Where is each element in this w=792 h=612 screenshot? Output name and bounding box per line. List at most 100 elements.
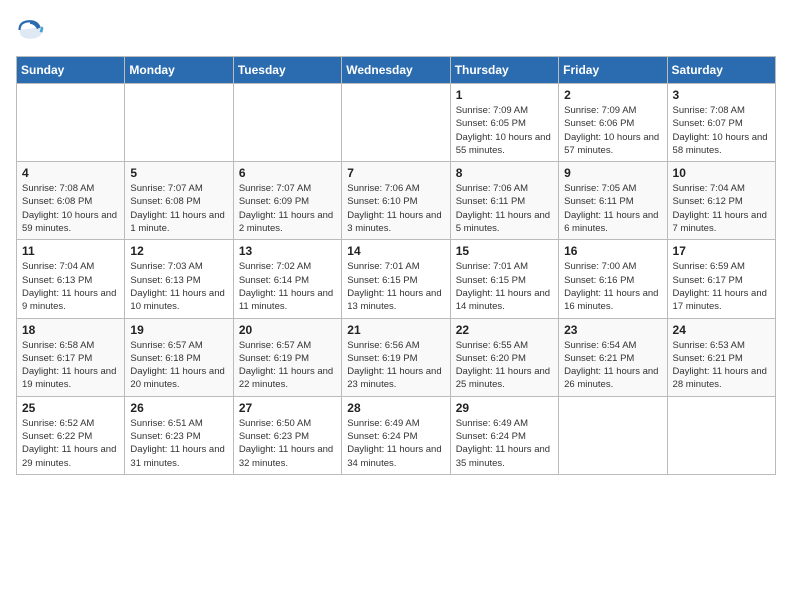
day-info: Sunrise: 7:06 AM Sunset: 6:11 PM Dayligh… [456, 182, 553, 235]
header-friday: Friday [559, 57, 667, 84]
day-info: Sunrise: 7:07 AM Sunset: 6:08 PM Dayligh… [130, 182, 227, 235]
calendar-cell: 5 Sunrise: 7:07 AM Sunset: 6:08 PM Daylig… [125, 162, 233, 240]
calendar-cell: 6 Sunrise: 7:07 AM Sunset: 6:09 PM Daylig… [233, 162, 341, 240]
calendar-cell: 13 Sunrise: 7:02 AM Sunset: 6:14 PM Dayli… [233, 240, 341, 318]
calendar-cell: 20 Sunrise: 6:57 AM Sunset: 6:19 PM Dayli… [233, 318, 341, 396]
day-number: 21 [347, 323, 444, 337]
calendar-cell: 7Sunrise: 7:06 AM Sunset: 6:10 PM Daylig… [342, 162, 450, 240]
calendar-cell [342, 84, 450, 162]
day-number: 19 [130, 323, 227, 337]
calendar-cell: 15 Sunrise: 7:01 AM Sunset: 6:15 PM Dayli… [450, 240, 558, 318]
day-info: Sunrise: 6:52 AM Sunset: 6:22 PM Dayligh… [22, 417, 119, 470]
day-number: 22 [456, 323, 553, 337]
calendar-cell: 14 Sunrise: 7:01 AM Sunset: 6:15 PM Dayli… [342, 240, 450, 318]
day-info: Sunrise: 7:00 AM Sunset: 6:16 PM Dayligh… [564, 260, 661, 313]
page-header [16, 16, 776, 44]
logo-icon [16, 16, 44, 44]
day-info: Sunrise: 6:57 AM Sunset: 6:19 PM Dayligh… [239, 339, 336, 392]
day-number: 6 [239, 166, 336, 180]
day-number: 17 [673, 244, 770, 258]
day-info: Sunrise: 7:07 AM Sunset: 6:09 PM Dayligh… [239, 182, 336, 235]
calendar-cell: 12 Sunrise: 7:03 AM Sunset: 6:13 PM Dayli… [125, 240, 233, 318]
day-info: Sunrise: 7:05 AM Sunset: 6:11 PM Dayligh… [564, 182, 661, 235]
calendar-week-row: 4 Sunrise: 7:08 AM Sunset: 6:08 PM Daylig… [17, 162, 776, 240]
day-info: Sunrise: 7:04 AM Sunset: 6:13 PM Dayligh… [22, 260, 119, 313]
day-number: 20 [239, 323, 336, 337]
calendar-cell: 1 Sunrise: 7:09 AM Sunset: 6:05 PM Daylig… [450, 84, 558, 162]
day-number: 1 [456, 88, 553, 102]
calendar-cell [17, 84, 125, 162]
calendar-cell: 17 Sunrise: 6:59 AM Sunset: 6:17 PM Dayli… [667, 240, 775, 318]
calendar-table: SundayMondayTuesdayWednesdayThursdayFrid… [16, 56, 776, 475]
day-number: 12 [130, 244, 227, 258]
calendar-cell: 10 Sunrise: 7:04 AM Sunset: 6:12 PM Dayli… [667, 162, 775, 240]
calendar-cell: 21 Sunrise: 6:56 AM Sunset: 6:19 PM Dayli… [342, 318, 450, 396]
header-sunday: Sunday [17, 57, 125, 84]
calendar-cell: 28 Sunrise: 6:49 AM Sunset: 6:24 PM Dayli… [342, 396, 450, 474]
day-info: Sunrise: 7:09 AM Sunset: 6:06 PM Dayligh… [564, 104, 661, 157]
calendar-cell: 11 Sunrise: 7:04 AM Sunset: 6:13 PM Dayli… [17, 240, 125, 318]
day-info: Sunrise: 6:55 AM Sunset: 6:20 PM Dayligh… [456, 339, 553, 392]
calendar-cell [559, 396, 667, 474]
calendar-cell: 23 Sunrise: 6:54 AM Sunset: 6:21 PM Dayli… [559, 318, 667, 396]
calendar-cell: 22 Sunrise: 6:55 AM Sunset: 6:20 PM Dayli… [450, 318, 558, 396]
day-info: Sunrise: 7:04 AM Sunset: 6:12 PM Dayligh… [673, 182, 770, 235]
header-saturday: Saturday [667, 57, 775, 84]
day-number: 27 [239, 401, 336, 415]
day-info: Sunrise: 6:49 AM Sunset: 6:24 PM Dayligh… [347, 417, 444, 470]
calendar-cell: 4 Sunrise: 7:08 AM Sunset: 6:08 PM Daylig… [17, 162, 125, 240]
calendar-header-row: SundayMondayTuesdayWednesdayThursdayFrid… [17, 57, 776, 84]
header-tuesday: Tuesday [233, 57, 341, 84]
calendar-cell: 19 Sunrise: 6:57 AM Sunset: 6:18 PM Dayli… [125, 318, 233, 396]
day-info: Sunrise: 7:09 AM Sunset: 6:05 PM Dayligh… [456, 104, 553, 157]
day-number: 18 [22, 323, 119, 337]
day-number: 29 [456, 401, 553, 415]
day-number: 9 [564, 166, 661, 180]
calendar-cell: 29 Sunrise: 6:49 AM Sunset: 6:24 PM Dayli… [450, 396, 558, 474]
calendar-cell: 2Sunrise: 7:09 AM Sunset: 6:06 PM Daylig… [559, 84, 667, 162]
day-number: 10 [673, 166, 770, 180]
day-number: 13 [239, 244, 336, 258]
day-number: 5 [130, 166, 227, 180]
calendar-cell: 8Sunrise: 7:06 AM Sunset: 6:11 PM Daylig… [450, 162, 558, 240]
calendar-week-row: 18 Sunrise: 6:58 AM Sunset: 6:17 PM Dayli… [17, 318, 776, 396]
day-info: Sunrise: 6:54 AM Sunset: 6:21 PM Dayligh… [564, 339, 661, 392]
day-info: Sunrise: 6:49 AM Sunset: 6:24 PM Dayligh… [456, 417, 553, 470]
day-info: Sunrise: 6:58 AM Sunset: 6:17 PM Dayligh… [22, 339, 119, 392]
day-number: 11 [22, 244, 119, 258]
day-number: 14 [347, 244, 444, 258]
day-info: Sunrise: 6:56 AM Sunset: 6:19 PM Dayligh… [347, 339, 444, 392]
day-info: Sunrise: 7:03 AM Sunset: 6:13 PM Dayligh… [130, 260, 227, 313]
calendar-cell: 3Sunrise: 7:08 AM Sunset: 6:07 PM Daylig… [667, 84, 775, 162]
calendar-cell: 26 Sunrise: 6:51 AM Sunset: 6:23 PM Dayli… [125, 396, 233, 474]
calendar-cell: 18 Sunrise: 6:58 AM Sunset: 6:17 PM Dayli… [17, 318, 125, 396]
day-info: Sunrise: 6:53 AM Sunset: 6:21 PM Dayligh… [673, 339, 770, 392]
calendar-cell: 16 Sunrise: 7:00 AM Sunset: 6:16 PM Dayli… [559, 240, 667, 318]
calendar-cell [233, 84, 341, 162]
calendar-cell: 9 Sunrise: 7:05 AM Sunset: 6:11 PM Daylig… [559, 162, 667, 240]
day-info: Sunrise: 6:51 AM Sunset: 6:23 PM Dayligh… [130, 417, 227, 470]
day-number: 16 [564, 244, 661, 258]
day-number: 28 [347, 401, 444, 415]
calendar-week-row: 1 Sunrise: 7:09 AM Sunset: 6:05 PM Daylig… [17, 84, 776, 162]
day-info: Sunrise: 7:06 AM Sunset: 6:10 PM Dayligh… [347, 182, 444, 235]
day-number: 15 [456, 244, 553, 258]
calendar-cell: 25Sunrise: 6:52 AM Sunset: 6:22 PM Dayli… [17, 396, 125, 474]
header-thursday: Thursday [450, 57, 558, 84]
day-info: Sunrise: 6:59 AM Sunset: 6:17 PM Dayligh… [673, 260, 770, 313]
day-number: 24 [673, 323, 770, 337]
calendar-cell [125, 84, 233, 162]
day-info: Sunrise: 6:57 AM Sunset: 6:18 PM Dayligh… [130, 339, 227, 392]
header-monday: Monday [125, 57, 233, 84]
logo [16, 16, 48, 44]
day-info: Sunrise: 7:08 AM Sunset: 6:08 PM Dayligh… [22, 182, 119, 235]
day-number: 4 [22, 166, 119, 180]
day-info: Sunrise: 7:02 AM Sunset: 6:14 PM Dayligh… [239, 260, 336, 313]
day-info: Sunrise: 7:01 AM Sunset: 6:15 PM Dayligh… [456, 260, 553, 313]
calendar-cell [667, 396, 775, 474]
day-number: 3 [673, 88, 770, 102]
day-number: 26 [130, 401, 227, 415]
day-number: 23 [564, 323, 661, 337]
day-info: Sunrise: 7:01 AM Sunset: 6:15 PM Dayligh… [347, 260, 444, 313]
calendar-cell: 27Sunrise: 6:50 AM Sunset: 6:23 PM Dayli… [233, 396, 341, 474]
